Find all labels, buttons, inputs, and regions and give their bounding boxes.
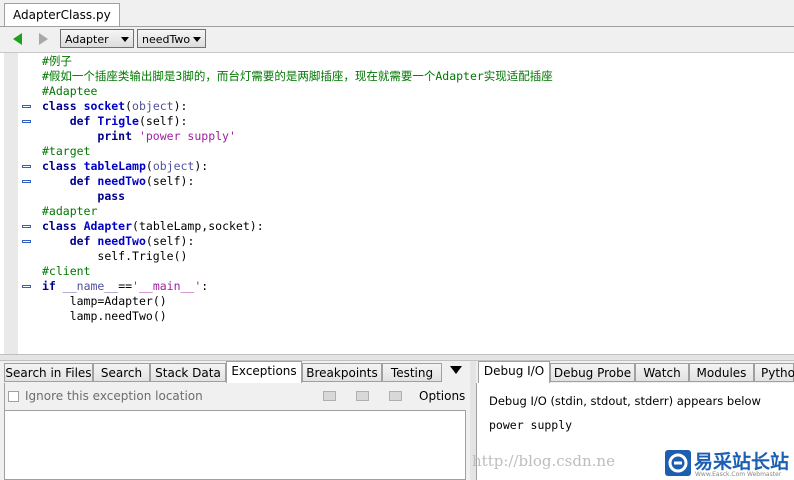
panel-splitter[interactable] — [0, 354, 794, 361]
code-line[interactable]: #假如一个插座类输出脚是3脚的，而台灯需要的是两脚插座，现在就需要一个Adapt… — [42, 69, 553, 84]
tab-stack-data[interactable]: Stack Data — [150, 363, 226, 382]
code-line[interactable]: #target — [42, 144, 90, 159]
tab-python-shell[interactable]: Pytho — [754, 363, 794, 382]
code-line[interactable]: lamp=Adapter() — [42, 294, 167, 309]
code-editor[interactable]: #例子 #假如一个插座类输出脚是3脚的，而台灯需要的是两脚插座，现在就需要一个Ad… — [0, 52, 794, 355]
code-line[interactable]: #adapter — [42, 204, 97, 219]
code-line[interactable]: print 'power supply' — [42, 129, 236, 144]
arrow-left-icon[interactable] — [11, 32, 25, 46]
chevron-down-icon — [193, 37, 201, 42]
options-button[interactable]: Options — [419, 389, 465, 403]
code-line[interactable]: def needTwo(self): — [42, 174, 195, 189]
logo-icon — [665, 450, 691, 476]
code-line[interactable]: #例子 — [42, 54, 72, 69]
method-combo-value: needTwo — [142, 33, 191, 46]
exception-details-area[interactable] — [4, 410, 466, 480]
step-icon[interactable] — [356, 391, 369, 401]
editor-gutter — [4, 53, 18, 355]
tab-watch[interactable]: Watch — [635, 363, 689, 382]
tab-debug-probe[interactable]: Debug Probe — [550, 363, 635, 382]
fold-marker-icon[interactable] — [22, 240, 31, 243]
ignore-exception-checkbox[interactable] — [8, 391, 19, 402]
arrow-right-icon[interactable] — [36, 32, 50, 46]
code-line[interactable]: def needTwo(self): — [42, 234, 195, 249]
debug-io-description: Debug I/O (stdin, stdout, stderr) appear… — [489, 394, 761, 408]
code-line[interactable]: pass — [42, 189, 125, 204]
code-line[interactable]: #client — [42, 264, 90, 279]
tab-breakpoints[interactable]: Breakpoints — [302, 363, 382, 382]
file-tab[interactable]: AdapterClass.py — [4, 3, 120, 26]
step-icon[interactable] — [323, 391, 336, 401]
class-combo[interactable]: Adapter — [60, 29, 134, 48]
code-line[interactable]: if __name__=='__main__': — [42, 279, 208, 294]
tab-testing[interactable]: Testing — [382, 363, 442, 382]
watermark-logo: 易采站长站 Www.Easck.Com Webmaster — [662, 447, 794, 480]
code-line[interactable]: class tableLamp(object): — [42, 159, 208, 174]
fold-marker-icon[interactable] — [22, 105, 31, 108]
code-line[interactable]: self.Trigle() — [42, 249, 187, 264]
fold-marker-icon[interactable] — [22, 225, 31, 228]
fold-marker-icon[interactable] — [22, 285, 31, 288]
tab-exceptions[interactable]: Exceptions — [226, 361, 302, 383]
code-line[interactable]: #Adaptee — [42, 84, 97, 99]
step-icon[interactable] — [389, 391, 402, 401]
tab-search-in-files[interactable]: Search in Files — [4, 363, 93, 382]
tab-debug-io[interactable]: Debug I/O — [478, 361, 550, 383]
editor-toolbar: Adapter needTwo — [0, 27, 794, 52]
chevron-down-icon — [121, 37, 129, 42]
right-tool-tabs: Debug I/O Debug Probe Watch Modules Pyth… — [476, 361, 794, 383]
class-combo-value: Adapter — [65, 33, 109, 46]
code-line[interactable]: class Adapter(tableLamp,socket): — [42, 219, 264, 234]
code-line[interactable]: class socket(object): — [42, 99, 187, 114]
watermark-url: http://blog.csdn.ne — [472, 452, 615, 470]
ignore-exception-label: Ignore this exception location — [25, 389, 203, 403]
watermark-brand-sub: Www.Easck.Com Webmaster — [695, 471, 782, 478]
code-line[interactable]: lamp.needTwo() — [42, 309, 167, 324]
left-tool-tabs: Search in Files Search Stack Data Except… — [4, 361, 470, 383]
watermark-brand: 易采站长站 — [694, 451, 790, 473]
code-line[interactable]: def Trigle(self): — [42, 114, 188, 129]
fold-marker-icon[interactable] — [22, 120, 31, 123]
editor-tab-strip: AdapterClass.py — [0, 0, 794, 27]
tab-search[interactable]: Search — [93, 363, 150, 382]
tab-modules[interactable]: Modules — [689, 363, 754, 382]
triangle-down-icon[interactable] — [450, 366, 462, 374]
fold-marker-icon[interactable] — [22, 165, 31, 168]
method-combo[interactable]: needTwo — [137, 29, 206, 48]
fold-marker-icon[interactable] — [22, 180, 31, 183]
debug-io-output[interactable]: power supply — [489, 418, 572, 432]
